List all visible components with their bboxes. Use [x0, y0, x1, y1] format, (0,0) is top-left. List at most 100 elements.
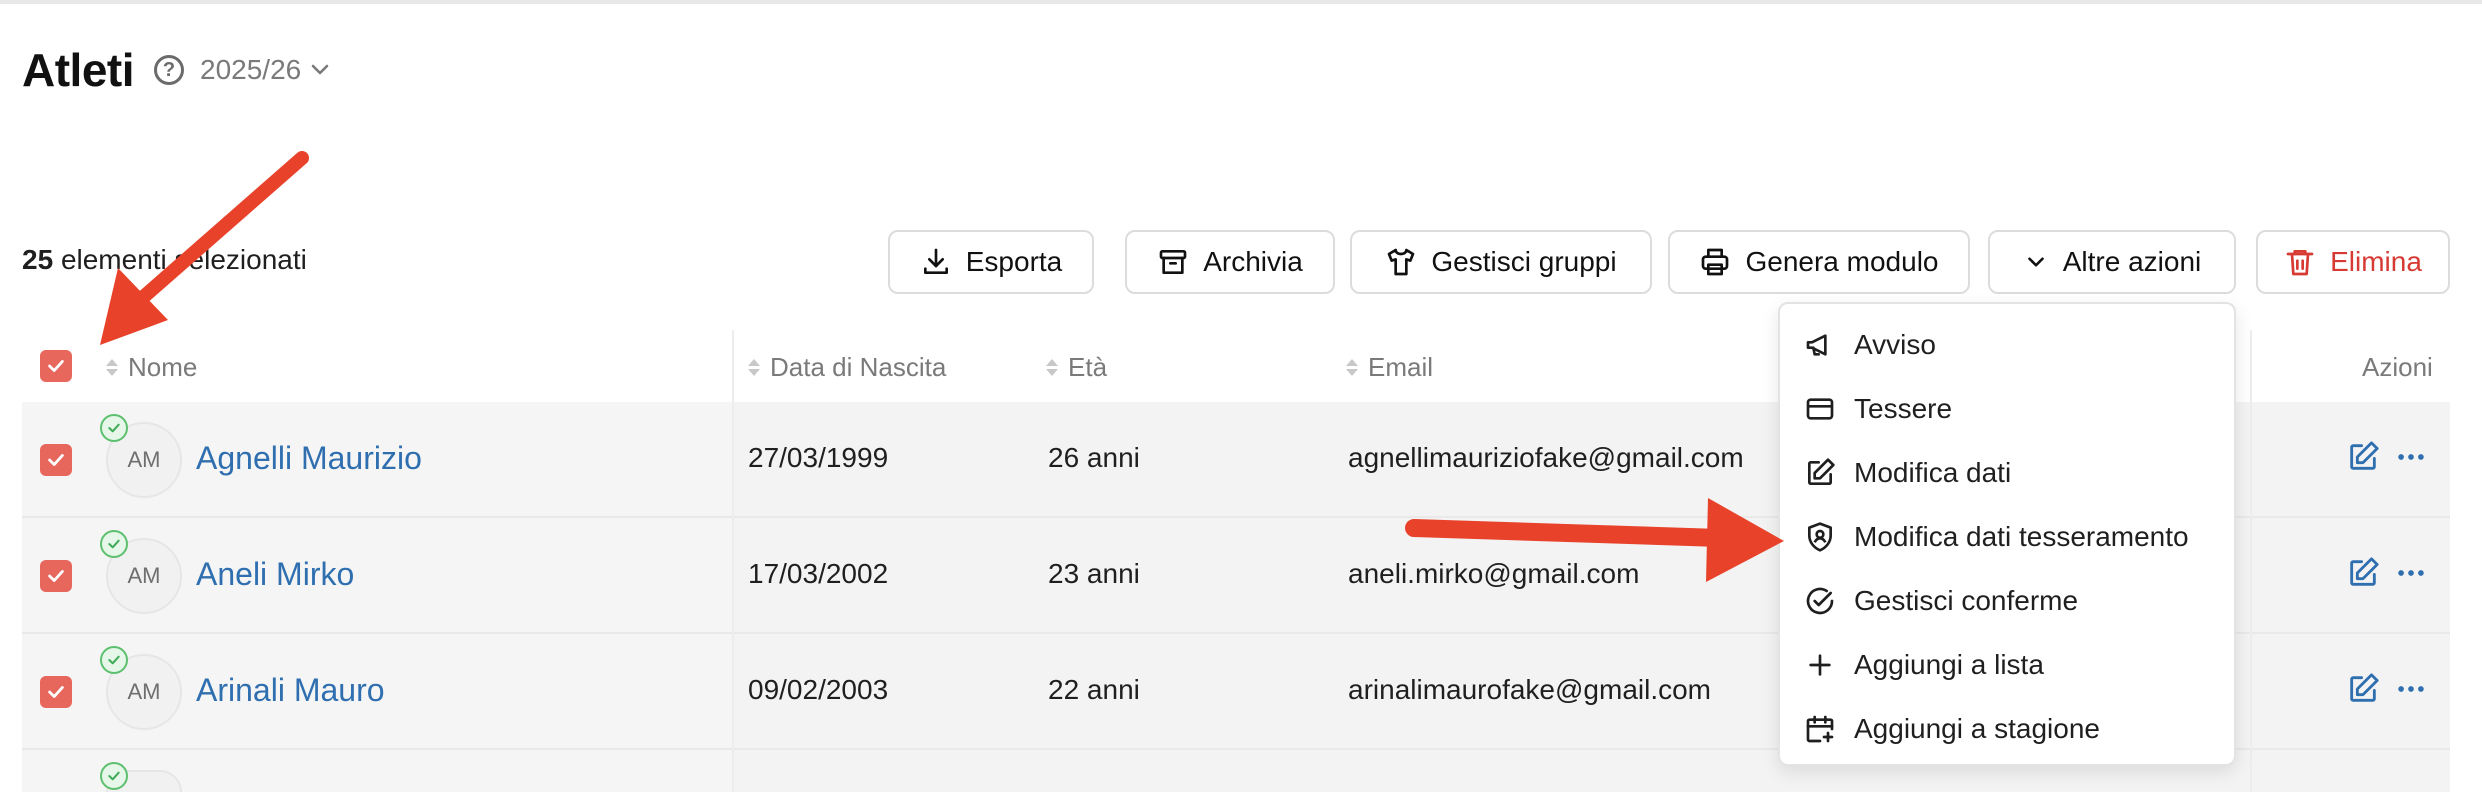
column-header-actions: Azioni: [2362, 352, 2433, 383]
help-icon[interactable]: ?: [154, 55, 184, 85]
more-horizontal-icon: [2398, 454, 2424, 460]
printer-icon: [1702, 248, 1729, 276]
shirt-icon: [1388, 248, 1415, 276]
row-checkbox[interactable]: [40, 560, 72, 592]
column-header-name[interactable]: Nome: [106, 352, 197, 383]
edit-icon: [2350, 673, 2379, 702]
menu-item-label: Aggiungi a stagione: [1854, 713, 2100, 744]
more-actions-label: Altre azioni: [2062, 246, 2202, 277]
calendar-plus-icon: [1806, 715, 1834, 743]
birth-date: 09/02/2003: [748, 674, 889, 705]
menu-item-label: Tessere: [1854, 393, 1953, 424]
verified-icon: [100, 646, 128, 674]
menu-item-label: Modifica dati: [1854, 457, 2012, 488]
more-options-button[interactable]: [2394, 672, 2428, 706]
menu-item-label: Aggiungi a lista: [1854, 649, 2044, 680]
sort-icon: [1346, 359, 1358, 376]
menu-item-label: Avviso: [1854, 329, 1936, 360]
email: arinalimaurofake@gmail.com: [1348, 674, 1712, 705]
season-selector[interactable]: 2025/26: [200, 54, 329, 86]
chevron-down-icon: [2027, 257, 2044, 267]
more-options-button[interactable]: [2394, 556, 2428, 590]
more-actions-button[interactable]: Altre azioni: [1988, 230, 2236, 294]
generate-form-label: Genera modulo: [1745, 246, 1939, 277]
trash-icon: [2286, 250, 2314, 276]
menu-item-aggiungi-a-lista[interactable]: Aggiungi a lista: [1804, 640, 2044, 690]
column-header-birth[interactable]: Data di Nascita: [748, 352, 946, 383]
verified-icon: [100, 414, 128, 442]
manage-groups-label: Gestisci gruppi: [1431, 246, 1617, 277]
menu-item-avviso[interactable]: Avviso: [1804, 320, 1936, 370]
column-header-actions-label: Azioni: [2362, 352, 2433, 382]
edit-button[interactable]: [2346, 672, 2380, 706]
archive-button[interactable]: Archivia: [1125, 230, 1335, 294]
archive-icon: [1159, 250, 1187, 274]
page-header: Atleti ? 2025/26: [22, 42, 329, 98]
season-label: 2025/26: [200, 54, 302, 85]
column-header-email-label: Email: [1368, 352, 1434, 382]
sort-icon: [106, 359, 118, 376]
select-all-checkbox[interactable]: [40, 350, 72, 382]
check-icon: [48, 454, 64, 466]
edit-icon: [1808, 458, 1835, 485]
athlete-name-link[interactable]: Agnelli Maurizio: [196, 440, 422, 477]
menu-item-tessere[interactable]: Tessere: [1804, 384, 1952, 434]
menu-item-modifica-dati-tesseramento[interactable]: Modifica dati tesseramento: [1804, 512, 2189, 562]
age: 23 anni: [1048, 558, 1140, 589]
check-icon: [48, 686, 64, 698]
column-header-name-label: Nome: [128, 352, 198, 382]
edit-button[interactable]: [2346, 440, 2380, 474]
export-label: Esporta: [965, 246, 1063, 277]
email: aneli.mirko@gmail.com: [1348, 558, 1640, 589]
manage-groups-button[interactable]: Gestisci gruppi: [1350, 230, 1652, 294]
column-header-birth-label: Data di Nascita: [770, 352, 947, 382]
verified-icon: [100, 762, 128, 790]
age: 22 anni: [1048, 674, 1140, 705]
athlete-name-link[interactable]: Aneli Mirko: [196, 556, 354, 593]
sort-icon: [748, 359, 760, 376]
selection-label: elementi selezionati: [60, 244, 307, 275]
row-checkbox[interactable]: [40, 444, 72, 476]
more-horizontal-icon: [2398, 686, 2424, 692]
menu-item-label: Modifica dati tesseramento: [1854, 521, 2189, 552]
more-actions-menu: Avviso Tessere Modifica dati Modifica da…: [1778, 302, 2236, 766]
menu-item-label: Gestisci conferme: [1854, 585, 2079, 616]
megaphone-icon: [1806, 334, 1827, 356]
column-header-email[interactable]: Email: [1346, 352, 1433, 383]
delete-label: Elimina: [2330, 246, 2422, 277]
column-header-age[interactable]: Età: [1046, 352, 1107, 383]
more-options-button[interactable]: [2394, 440, 2428, 474]
check-icon: [48, 360, 64, 372]
card-icon: [1806, 398, 1834, 420]
column-divider: [732, 330, 734, 792]
row-checkbox[interactable]: [40, 676, 72, 708]
menu-item-modifica-dati[interactable]: Modifica dati: [1804, 448, 2011, 498]
menu-item-aggiungi-a-stagione[interactable]: Aggiungi a stagione: [1804, 704, 2100, 754]
top-divider: [0, 0, 2482, 4]
column-header-age-label: Età: [1068, 352, 1108, 382]
email: agnellimauriziofake@gmail.com: [1348, 442, 1744, 473]
column-divider: [2250, 330, 2252, 792]
check-icon: [48, 570, 64, 582]
verified-icon: [100, 530, 128, 558]
birth-date: 17/03/2002: [748, 558, 889, 589]
age: 26 anni: [1048, 442, 1140, 473]
edit-button[interactable]: [2346, 556, 2380, 590]
chevron-down-icon: [311, 64, 329, 75]
selection-count: 25 elementi selezionati: [22, 244, 307, 276]
edit-icon: [2350, 441, 2379, 470]
delete-button[interactable]: Elimina: [2256, 230, 2450, 294]
shield-user-icon: [1808, 522, 1832, 552]
sort-icon: [1046, 359, 1058, 376]
edit-icon: [2350, 557, 2379, 586]
selection-number: 25: [22, 244, 54, 275]
plus-icon: [1809, 654, 1831, 676]
archive-label: Archivia: [1203, 246, 1303, 277]
generate-form-button[interactable]: Genera modulo: [1668, 230, 1970, 294]
menu-item-gestisci-conferme[interactable]: Gestisci conferme: [1804, 576, 2078, 626]
birth-date: 27/03/1999: [748, 442, 889, 473]
check-circle-icon: [1806, 587, 1834, 615]
export-button[interactable]: Esporta: [888, 230, 1094, 294]
page-title: Atleti: [22, 44, 135, 96]
athlete-name-link[interactable]: Arinali Mauro: [196, 672, 385, 709]
